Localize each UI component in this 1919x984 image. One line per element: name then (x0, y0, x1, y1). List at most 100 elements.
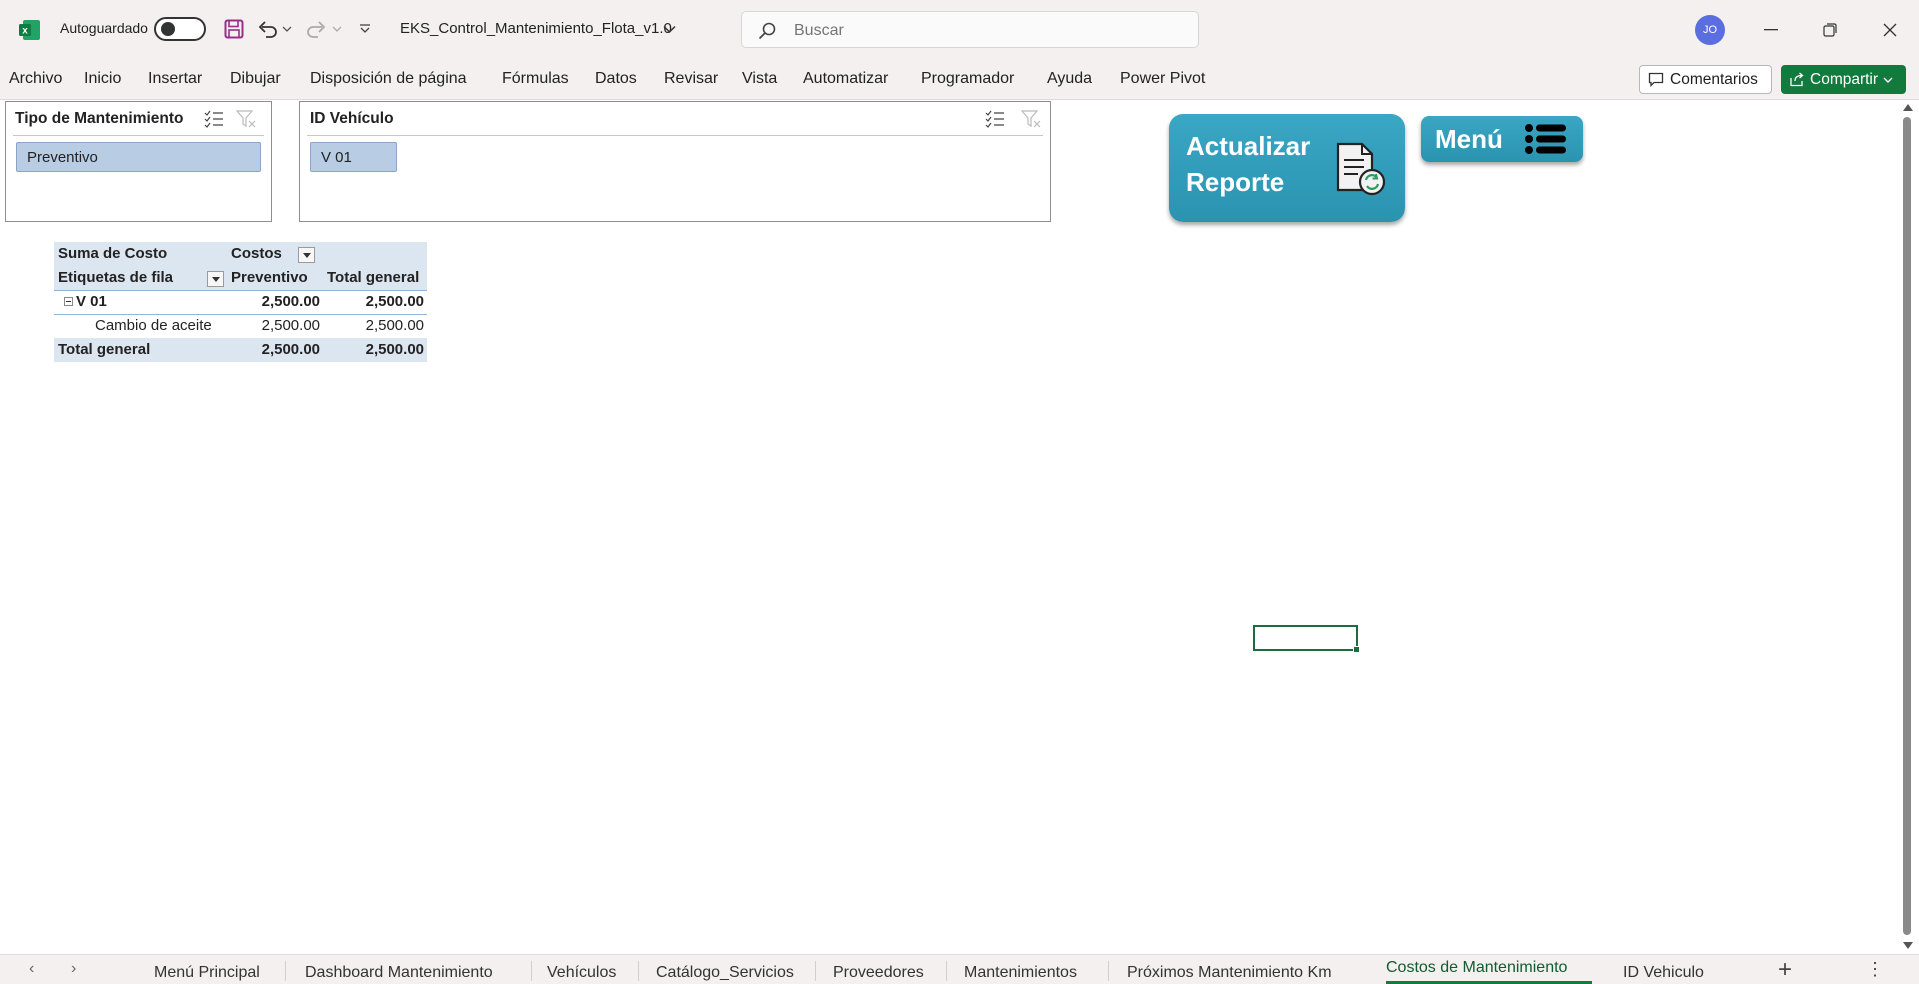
undo-icon[interactable] (255, 16, 281, 42)
scroll-down-icon[interactable] (1903, 942, 1913, 949)
tab-disposicion-de-pagina[interactable]: Disposición de página (310, 70, 467, 88)
scrollbar-thumb[interactable] (1903, 117, 1911, 935)
pivot-item-value-1: 2,500.00 (261, 317, 320, 334)
tab-inicio[interactable]: Inicio (84, 70, 121, 88)
table-row[interactable]: Cambio de aceite 2,500.00 2,500.00 (54, 314, 427, 339)
autosave-toggle[interactable] (154, 17, 206, 41)
selected-cell[interactable] (1253, 625, 1360, 653)
pivot-header-row-2: Etiquetas de fila Preventivo Total gener… (54, 266, 427, 291)
tab-dibujar[interactable]: Dibujar (230, 70, 281, 88)
autosave-label: Autoguardado (60, 20, 148, 36)
sheet-tab-bar: ‹ › Menú Principal Dashboard Mantenimien… (0, 954, 1919, 984)
column-filter-dropdown[interactable] (298, 247, 315, 263)
sheet-tab-proximos-mantenimiento-km[interactable]: Próximos Mantenimiento Km (1127, 964, 1332, 982)
tab-separator (1108, 961, 1109, 981)
sheet-tab-id-vehiculo[interactable]: ID Vehiculo (1623, 964, 1704, 982)
tab-power-pivot[interactable]: Power Pivot (1120, 70, 1205, 88)
refresh-document-icon (1336, 142, 1386, 196)
pivot-total-value-2: 2,500.00 (365, 341, 424, 358)
actualizar-label-line2: Reporte (1186, 167, 1285, 197)
sheet-tab-menu-principal[interactable]: Menú Principal (154, 964, 260, 982)
close-icon[interactable] (1870, 14, 1910, 46)
tab-programador[interactable]: Programador (921, 70, 1014, 88)
share-chevron-icon[interactable] (1883, 76, 1893, 84)
search-box[interactable] (741, 11, 1199, 48)
tab-insertar[interactable]: Insertar (148, 70, 202, 88)
row-filter-dropdown[interactable] (207, 271, 224, 287)
multi-select-icon[interactable] (203, 108, 225, 130)
pivot-header-row-1: Suma de Costo Costos (54, 242, 427, 266)
sheet-tab-dashboard-mantenimiento[interactable]: Dashboard Mantenimiento (305, 964, 493, 982)
slicer-header: Tipo de Mantenimiento (13, 102, 264, 136)
slicer-tipo-mantenimiento[interactable]: Tipo de Mantenimiento Preventivo (5, 101, 272, 222)
tab-archivo[interactable]: Archivo (9, 70, 62, 88)
share-label: Compartir (1810, 70, 1879, 88)
search-input[interactable] (792, 18, 1176, 44)
multi-select-icon[interactable] (984, 108, 1006, 130)
document-title[interactable]: EKS_Control_Mantenimiento_Flota_v1.0 (400, 20, 672, 37)
tab-separator (285, 961, 286, 981)
sheet-tab-mantenimientos[interactable]: Mantenimientos (964, 964, 1077, 982)
pivot-group-value-2: 2,500.00 (365, 293, 424, 310)
actualizar-label-line1: Actualizar (1186, 131, 1311, 161)
pivot-item-value-2: 2,500.00 (365, 317, 424, 334)
pivot-col-header-total: Total general (323, 266, 427, 290)
slicer-item-preventivo[interactable]: Preventivo (16, 142, 261, 172)
tab-vista[interactable]: Vista (742, 70, 777, 88)
pivot-group-label: V 01 (76, 293, 107, 310)
tab-formulas[interactable]: Fórmulas (502, 70, 569, 88)
comments-label: Comentarios (1670, 70, 1758, 88)
tab-separator (531, 961, 532, 981)
restore-icon[interactable] (1810, 14, 1850, 46)
add-sheet-icon[interactable]: + (1778, 956, 1792, 984)
prev-sheet-icon[interactable]: ‹ (29, 960, 34, 978)
menu-label: Menú (1435, 124, 1503, 154)
slicer-id-vehiculo[interactable]: ID Vehículo V 01 (299, 101, 1051, 222)
pivot-row-labels-header: Etiquetas de fila (54, 266, 227, 290)
svg-text:x: x (22, 26, 28, 37)
slicer-item-v01[interactable]: V 01 (310, 142, 397, 172)
minimize-icon[interactable] (1751, 14, 1791, 46)
clear-filter-icon[interactable] (235, 108, 257, 130)
pivot-total-value-1: 2,500.00 (261, 341, 320, 358)
more-options-icon[interactable]: ⋮ (1866, 959, 1884, 980)
pivot-value-field: Suma de Costo (54, 242, 227, 266)
redo-dropdown-icon[interactable] (330, 16, 344, 42)
sheet-tab-vehiculos[interactable]: Vehículos (547, 964, 616, 982)
comments-button[interactable]: Comentarios (1639, 65, 1772, 94)
tab-revisar[interactable]: Revisar (664, 70, 718, 88)
save-icon[interactable] (221, 16, 247, 42)
tab-ayuda[interactable]: Ayuda (1047, 70, 1092, 88)
sheet-tab-catalogo-servicios[interactable]: Catálogo_Servicios (656, 964, 794, 982)
clear-filter-icon[interactable] (1020, 108, 1042, 130)
table-row[interactable]: V 01 2,500.00 2,500.00 (54, 290, 427, 315)
redo-icon[interactable] (303, 16, 329, 42)
actualizar-reporte-button[interactable]: Actualizar Reporte (1169, 114, 1405, 222)
pivot-col-header-preventivo: Preventivo (227, 266, 323, 290)
actualizar-reporte-label: Actualizar Reporte (1186, 128, 1336, 200)
pivot-item-label: Cambio de aceite (95, 317, 212, 334)
share-button[interactable]: Compartir (1781, 65, 1906, 94)
tab-separator (638, 961, 639, 981)
title-chevron-down-icon[interactable] (663, 25, 676, 34)
sheet-tab-costos-de-mantenimiento[interactable]: Costos de Mantenimiento (1386, 959, 1567, 977)
collapse-icon[interactable] (64, 297, 73, 306)
sheet-tab-proveedores[interactable]: Proveedores (833, 964, 924, 982)
worksheet[interactable] (0, 100, 1898, 954)
vertical-scrollbar[interactable] (1898, 100, 1919, 954)
title-bar: x Autoguardado EKS_Control_Mantenimiento… (0, 0, 1919, 60)
avatar[interactable]: JO (1695, 15, 1725, 45)
scroll-up-icon[interactable] (1903, 104, 1913, 111)
excel-logo-icon: x (19, 20, 40, 40)
tab-datos[interactable]: Datos (595, 70, 637, 88)
pivot-total-row[interactable]: Total general 2,500.00 2,500.00 (54, 338, 427, 362)
tab-automatizar[interactable]: Automatizar (803, 70, 888, 88)
slicer-title: Tipo de Mantenimiento (15, 110, 184, 127)
next-sheet-icon[interactable]: › (71, 960, 76, 978)
ribbon-tabs: Archivo Inicio Insertar Dibujar Disposic… (0, 60, 1919, 100)
menu-button[interactable]: Menú (1421, 116, 1583, 162)
customize-toolbar-icon[interactable] (352, 16, 378, 42)
slicer-header: ID Vehículo (307, 102, 1043, 136)
pivot-group-value-1: 2,500.00 (261, 293, 320, 310)
undo-dropdown-icon[interactable] (280, 16, 294, 42)
